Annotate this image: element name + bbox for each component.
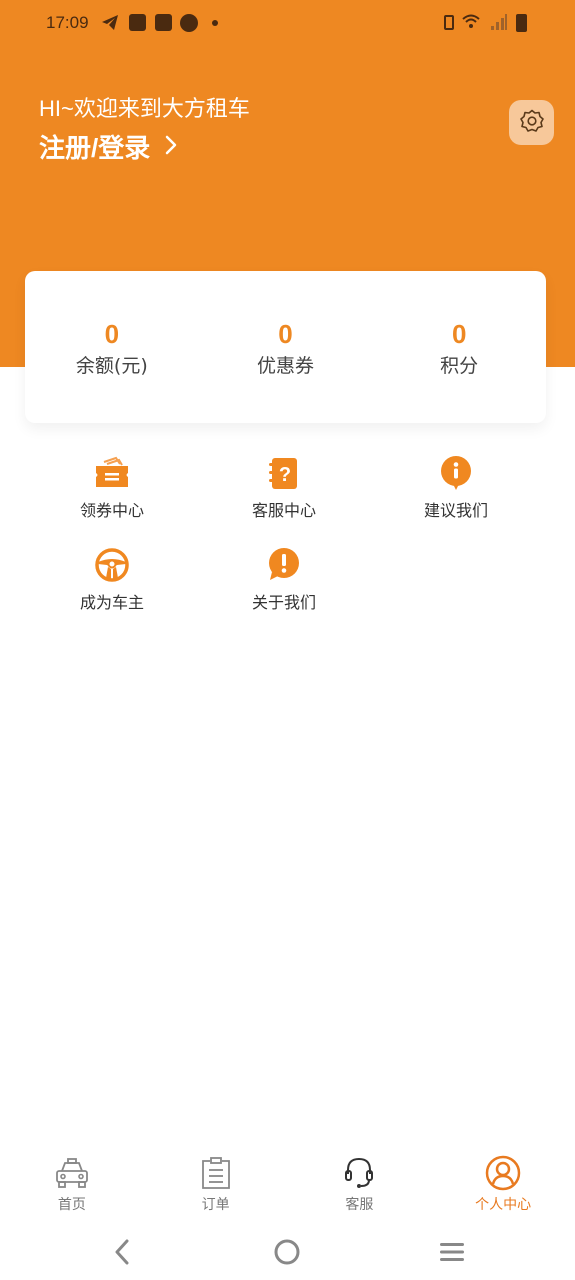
telegram-icon [101, 14, 119, 35]
steering-wheel-icon [94, 547, 130, 583]
menu-item-label: 领券中心 [79, 501, 144, 520]
tab-customer-service[interactable]: 客服 [288, 1150, 432, 1220]
tab-label: 个人中心 [475, 1197, 532, 1213]
wifi-icon [462, 14, 480, 34]
login-register-label: 注册/登录 [39, 133, 151, 163]
stat-value: 0 [451, 319, 467, 349]
stat-points[interactable]: 0 积分 [372, 271, 546, 423]
taxi-icon [54, 1155, 90, 1191]
home-icon[interactable] [269, 1234, 305, 1270]
status-bar: 17:09 [0, 0, 575, 46]
back-icon[interactable] [104, 1234, 140, 1270]
stat-label: 余额(元) [75, 355, 148, 377]
tab-label: 订单 [201, 1197, 230, 1213]
tab-profile[interactable]: 个人中心 [431, 1150, 575, 1220]
status-time: 17:09 [46, 13, 89, 32]
service-menu-grid: 领券中心 ? 客服中心 建议我们 成为车主 关于我们 [26, 455, 542, 613]
bottom-tab-bar: 首页 订单 客服 个人中心 [0, 1150, 575, 1220]
stat-label: 积分 [440, 355, 479, 377]
vibrate-icon [444, 15, 454, 30]
exclamation-bubble-icon [266, 547, 302, 583]
help-book-icon: ? [266, 455, 302, 491]
menu-item-about-us[interactable]: 关于我们 [198, 547, 370, 613]
greeting-text: HI~欢迎来到大方租车 [39, 96, 250, 121]
user-circle-icon [485, 1155, 521, 1191]
chevron-right-icon [164, 134, 178, 160]
menu-item-label: 成为车主 [79, 593, 144, 612]
signal-icon [490, 14, 508, 34]
gear-icon [519, 108, 545, 138]
menu-item-suggestions[interactable]: 建议我们 [370, 455, 542, 521]
info-bubble-icon [438, 455, 474, 491]
notification-dot-icon [212, 20, 218, 26]
menu-item-label: 客服中心 [251, 501, 316, 520]
clipboard-icon [198, 1155, 234, 1191]
stat-label: 优惠券 [257, 355, 315, 377]
headset-icon [341, 1155, 377, 1191]
recents-icon[interactable] [434, 1234, 470, 1270]
menu-item-customer-service-center[interactable]: ? 客服中心 [198, 455, 370, 521]
speedometer-icon [180, 14, 198, 32]
menu-item-coupon-center[interactable]: 领券中心 [26, 455, 198, 521]
login-register-link[interactable]: 注册/登录 [39, 128, 178, 165]
ticket-icon [94, 455, 130, 491]
shopping-bag-icon [155, 14, 172, 31]
stat-coupons[interactable]: 0 优惠券 [199, 271, 373, 423]
battery-icon [516, 14, 527, 32]
settings-button[interactable] [509, 100, 554, 145]
account-stats-card: 0 余额(元) 0 优惠券 0 积分 [25, 271, 546, 423]
menu-item-become-owner[interactable]: 成为车主 [26, 547, 198, 613]
stat-value: 0 [278, 319, 293, 349]
system-navigation-bar [0, 1222, 575, 1280]
svg-text:?: ? [279, 464, 291, 486]
menu-item-label: 建议我们 [423, 501, 488, 520]
tab-label: 首页 [57, 1197, 86, 1213]
shopping-bag-icon [129, 14, 146, 31]
menu-item-label: 关于我们 [251, 593, 316, 612]
stat-value: 0 [104, 319, 120, 349]
tab-home[interactable]: 首页 [0, 1150, 144, 1220]
tab-label: 客服 [345, 1197, 374, 1213]
profile-screen: 17:09 HI~欢迎来到大方租车 注册/登录 0 余额(元) 0 优惠券 0 … [0, 0, 575, 1280]
tab-orders[interactable]: 订单 [144, 1150, 288, 1220]
stat-balance[interactable]: 0 余额(元) [25, 271, 199, 423]
